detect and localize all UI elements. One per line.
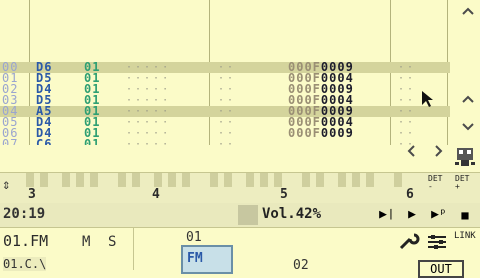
wrench-icon[interactable] (398, 231, 420, 251)
octave-label: 3 (28, 187, 36, 202)
empty-cell[interactable]: ·· (398, 73, 416, 84)
out-button[interactable]: OUT (418, 260, 464, 278)
volume-slider-track[interactable] (238, 205, 258, 225)
bottom-panel: 01.FM M S 01.C.\ 01 FM 02 LINK OUT (0, 228, 480, 278)
empty-cell[interactable]: ·· (218, 117, 236, 128)
empty-cell[interactable]: ····· (126, 106, 171, 117)
empty-cell[interactable]: ·· (218, 106, 236, 117)
empty-cell[interactable]: ·· (218, 139, 236, 145)
octave-label: 5 (280, 187, 288, 202)
detune-minus-button[interactable]: DET - (428, 175, 442, 191)
empty-cell[interactable]: ·· (398, 117, 416, 128)
octave-label: 6 (406, 187, 414, 202)
left-arrow-icon[interactable] (401, 144, 421, 164)
scroll-up-icon[interactable] (458, 2, 478, 22)
empty-cell[interactable]: ·· (398, 84, 416, 95)
solo-button[interactable]: S (108, 234, 116, 250)
octave-label: 4 (152, 187, 160, 202)
panel-divider (133, 228, 134, 270)
piano-keyboard[interactable]: ⇕ 3 4 5 6 DET - DET + (0, 172, 480, 204)
empty-cell[interactable]: ·· (218, 62, 236, 73)
volume-label[interactable]: Vol.42% (262, 206, 321, 222)
empty-cell[interactable]: ·· (398, 128, 416, 139)
song-name[interactable]: 01.FM (3, 232, 48, 250)
play-from-pos-icon[interactable]: ▶ᵖ (428, 205, 450, 225)
pattern-row[interactable]: 04 A5 01 ····· ·· 000F0009 ·· (0, 105, 450, 117)
empty-cell[interactable]: ·· (218, 84, 236, 95)
effect-cell[interactable]: 000F0009 (288, 127, 354, 139)
empty-cell[interactable]: ·· (398, 95, 416, 106)
mute-button[interactable]: M (82, 234, 90, 250)
pattern-row[interactable]: 05 D4 01 ····· ·· 000F0004 ·· (0, 116, 450, 128)
octave-shift-icon[interactable]: ⇕ (2, 177, 10, 193)
empty-cell[interactable]: ····· (126, 128, 171, 139)
down-arrow-icon[interactable] (458, 118, 478, 138)
empty-cell[interactable]: ····· (126, 139, 171, 145)
time-display: 20:19 (3, 206, 46, 222)
empty-cell[interactable]: ····· (126, 62, 171, 73)
pattern-grid[interactable]: 00 D6 01 ····· ·· 000F0009 ·· 01 D5 01 ····· ·· 000F… (0, 0, 480, 145)
empty-cell[interactable]: ·· (218, 95, 236, 106)
instrument-cell[interactable]: 01 (84, 138, 100, 145)
row-number: 07 (2, 137, 19, 145)
empty-cell[interactable]: ····· (126, 95, 171, 106)
detune-plus-button[interactable]: DET + (455, 175, 469, 191)
pattern-row[interactable]: 01 D5 01 ····· ·· 000F0004 ·· (0, 72, 450, 84)
stop-icon[interactable]: ■ (455, 205, 475, 225)
pattern-row[interactable]: 00 D6 01 ····· ·· 000F0009 ·· (0, 61, 450, 73)
channel-number: 01 (186, 230, 202, 245)
pattern-row[interactable]: 03 D5 01 ····· ·· 000F0004 ·· (0, 94, 450, 106)
note-cell[interactable]: C6 (36, 138, 52, 145)
empty-cell[interactable]: ·· (218, 73, 236, 84)
pattern-row[interactable]: 07 C6 01 ····· ·· ·· (0, 137, 450, 145)
mixer-icon[interactable] (426, 232, 448, 252)
robot-icon[interactable] (453, 144, 477, 168)
pattern-row[interactable]: 06 D4 01 ····· ·· 000F0009 ·· (0, 127, 450, 139)
empty-cell[interactable]: ·· (398, 106, 416, 117)
play-icon[interactable]: ▶ (402, 205, 422, 225)
pattern-row[interactable]: 02 D4 01 ····· ·· 000F0009 ·· (0, 83, 450, 95)
channel-type: FM (187, 251, 203, 266)
empty-cell[interactable]: ·· (398, 62, 416, 73)
keyboard-keys[interactable] (22, 173, 422, 203)
empty-cell[interactable]: ·· (218, 128, 236, 139)
link-button[interactable]: LINK (454, 231, 476, 241)
right-arrow-icon[interactable] (429, 144, 449, 164)
play-pattern-icon[interactable]: ▶❘ (375, 205, 399, 225)
cursor-icon (421, 90, 433, 112)
empty-cell[interactable]: ····· (126, 84, 171, 95)
empty-cell[interactable]: ····· (126, 117, 171, 128)
status-bar: 20:19 Vol.42% ▶❘ ▶ ▶ᵖ ■ (0, 203, 480, 228)
empty-cell[interactable]: ····· (126, 73, 171, 84)
channel-number-2: 02 (293, 258, 309, 273)
row-hint: 01.C.\ (3, 257, 47, 271)
up-arrow-icon[interactable] (458, 90, 478, 110)
